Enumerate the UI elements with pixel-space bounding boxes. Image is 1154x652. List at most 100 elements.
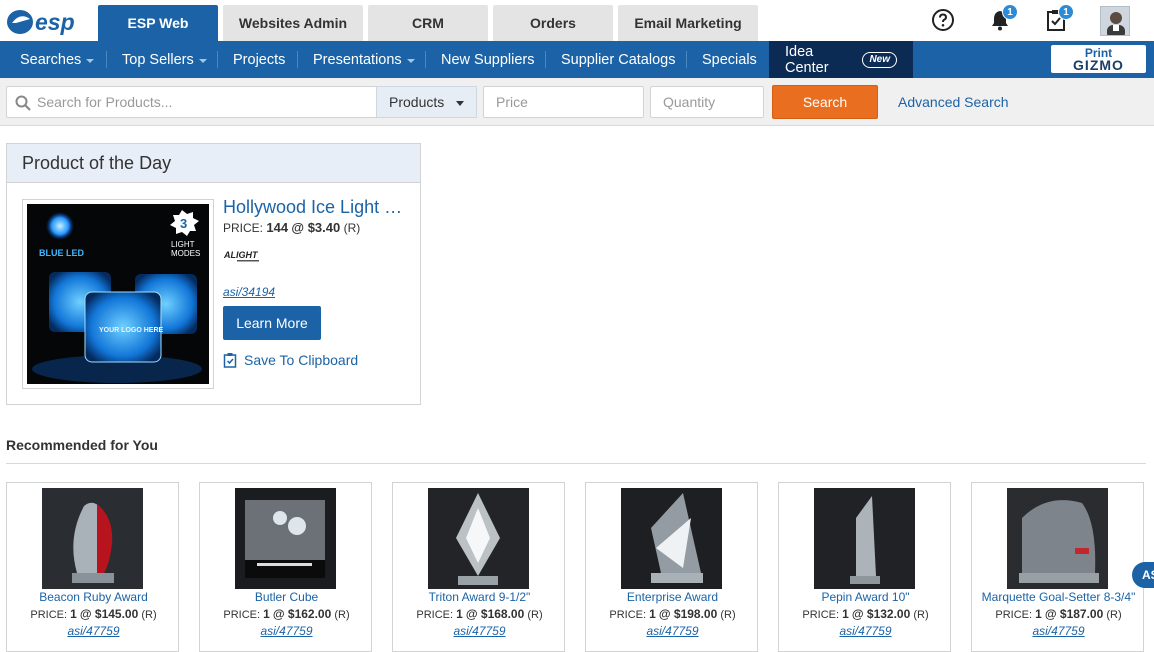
nav-divider <box>297 51 298 68</box>
price-qty: 1 <box>70 607 77 621</box>
product-asi-link[interactable]: asi/47759 <box>779 624 952 638</box>
potd-image-cube-logo: YOUR LOGO HERE <box>99 327 164 334</box>
product-price: PRICE: 1 @ $132.00 (R) <box>779 607 952 621</box>
chat-widget-button[interactable]: AS <box>1132 562 1154 588</box>
recommended-heading: Recommended for You <box>6 437 158 453</box>
print-gizmo-logo[interactable]: Print GIZMO <box>1051 45 1146 73</box>
user-avatar[interactable] <box>1100 6 1130 36</box>
product-card[interactable]: Triton Award 9-1/2" PRICE: 1 @ $168.00 (… <box>392 482 565 652</box>
help-icon[interactable] <box>929 6 957 34</box>
product-name-link[interactable]: Triton Award 9-1/2" <box>393 590 566 604</box>
notification-count-badge: 1 <box>1002 4 1018 20</box>
clipboard-check-icon[interactable]: 1 <box>1042 4 1074 34</box>
price-code: (R) <box>527 609 543 621</box>
product-name-link[interactable]: Butler Cube <box>200 590 373 604</box>
bell-icon[interactable]: 1 <box>986 4 1018 34</box>
new-badge: New <box>862 51 897 68</box>
product-image[interactable] <box>235 488 336 589</box>
tab-websites-admin[interactable]: Websites Admin <box>223 5 363 41</box>
nav-new-suppliers[interactable]: New Suppliers <box>441 41 535 78</box>
search-placeholder: Search for Products... <box>37 94 173 110</box>
product-image[interactable] <box>1007 488 1108 589</box>
product-image[interactable] <box>428 488 529 589</box>
price-value: @ $168.00 <box>465 607 525 621</box>
potd-product-title-link[interactable]: Hollywood Ice Light Cubes <box>223 197 408 218</box>
product-card[interactable]: Butler Cube PRICE: 1 @ $162.00 (R) asi/4… <box>199 482 372 652</box>
tab-orders[interactable]: Orders <box>493 5 613 41</box>
clipboard-label: Save To Clipboard <box>244 352 359 368</box>
nav-searches[interactable]: Searches <box>20 41 95 78</box>
nav-top-sellers[interactable]: Top Sellers <box>122 41 207 78</box>
nav-label: New Suppliers <box>441 51 535 68</box>
price-label: PRICE: <box>30 609 68 621</box>
price-code: (R) <box>334 609 350 621</box>
product-name-link[interactable]: Beacon Ruby Award <box>7 590 180 604</box>
price-label: PRICE: <box>995 609 1033 621</box>
potd-image-led-label: BLUE LED <box>39 248 85 258</box>
product-asi-link[interactable]: asi/47759 <box>586 624 759 638</box>
product-price: PRICE: 1 @ $162.00 (R) <box>200 607 373 621</box>
top-bar: esp ESP Web Websites Admin CRM Orders Em… <box>0 0 1154 41</box>
product-price: PRICE: 1 @ $145.00 (R) <box>7 607 180 621</box>
price-input[interactable]: Price <box>483 86 644 118</box>
nav-label: Searches <box>20 51 82 68</box>
product-price: PRICE: 1 @ $198.00 (R) <box>586 607 759 621</box>
potd-heading: Product of the Day <box>7 144 420 183</box>
product-image[interactable] <box>621 488 722 589</box>
price-code: (R) <box>141 609 157 621</box>
chevron-down-icon <box>406 58 415 63</box>
price-qty: 1 <box>1035 607 1042 621</box>
product-asi-link[interactable]: asi/47759 <box>7 624 180 638</box>
product-image[interactable] <box>42 488 143 589</box>
price-code: (R) <box>343 221 361 235</box>
product-price: PRICE: 1 @ $168.00 (R) <box>393 607 566 621</box>
product-name-link[interactable]: Marquette Goal-Setter 8-3/4" <box>972 590 1145 604</box>
product-asi-link[interactable]: asi/47759 <box>393 624 566 638</box>
potd-image-modes-number: 3 <box>180 216 187 231</box>
nav-projects[interactable]: Projects <box>233 41 285 78</box>
price-code: (R) <box>1106 609 1122 621</box>
price-qty: 1 <box>456 607 463 621</box>
price-value: @ $132.00 <box>851 607 911 621</box>
product-asi-link[interactable]: asi/47759 <box>200 624 373 638</box>
nav-idea-center[interactable]: Idea Center New <box>769 41 913 78</box>
product-asi-link[interactable]: asi/47759 <box>972 624 1145 638</box>
save-to-clipboard-link[interactable]: Save To Clipboard <box>223 352 358 368</box>
nav-specials[interactable]: Specials <box>702 41 757 78</box>
potd-asi-link[interactable]: asi/34194 <box>223 285 275 299</box>
search-type-dropdown[interactable]: Products <box>376 86 477 118</box>
nav-divider <box>686 51 687 68</box>
price-label: PRICE: <box>416 609 454 621</box>
quantity-placeholder: Quantity <box>663 94 716 110</box>
price-qty: 144 <box>266 220 289 235</box>
product-name-link[interactable]: Pepin Award 10" <box>779 590 952 604</box>
product-price: PRICE: 1 @ $187.00 (R) <box>972 607 1145 621</box>
search-type-value: Products <box>389 94 445 110</box>
tab-crm[interactable]: CRM <box>368 5 488 41</box>
chevron-down-icon <box>86 58 95 63</box>
tab-email-marketing[interactable]: Email Marketing <box>618 5 758 41</box>
supplier-logo[interactable]: ALIGHT <box>223 247 283 265</box>
learn-more-button[interactable]: Learn More <box>223 306 321 340</box>
esp-logo[interactable]: esp <box>6 6 86 36</box>
nav-divider <box>106 51 107 68</box>
advanced-search-link[interactable]: Advanced Search <box>898 94 1009 110</box>
product-name-link[interactable]: Enterprise Award <box>586 590 759 604</box>
product-image[interactable] <box>814 488 915 589</box>
price-label: PRICE: <box>802 609 840 621</box>
nav-presentations[interactable]: Presentations <box>313 41 415 78</box>
price-label: PRICE: <box>223 609 261 621</box>
section-divider <box>6 463 1146 464</box>
product-search-input[interactable]: Search for Products... <box>6 86 377 118</box>
nav-label: Specials <box>702 51 757 68</box>
search-button[interactable]: Search <box>772 85 878 119</box>
quantity-input[interactable]: Quantity <box>650 86 764 118</box>
product-card[interactable]: Marquette Goal-Setter 8-3/4" PRICE: 1 @ … <box>971 482 1144 652</box>
potd-image-frame[interactable]: BLUE LED 3 LIGHT MODES YOUR LOGO HERE <box>22 199 214 389</box>
product-card[interactable]: Enterprise Award PRICE: 1 @ $198.00 (R) … <box>585 482 758 652</box>
nav-label: Idea Center <box>785 43 829 76</box>
product-card[interactable]: Pepin Award 10" PRICE: 1 @ $132.00 (R) a… <box>778 482 951 652</box>
nav-supplier-catalogs[interactable]: Supplier Catalogs <box>561 41 675 78</box>
tab-esp-web[interactable]: ESP Web <box>98 5 218 41</box>
product-card[interactable]: Beacon Ruby Award PRICE: 1 @ $145.00 (R)… <box>6 482 179 652</box>
